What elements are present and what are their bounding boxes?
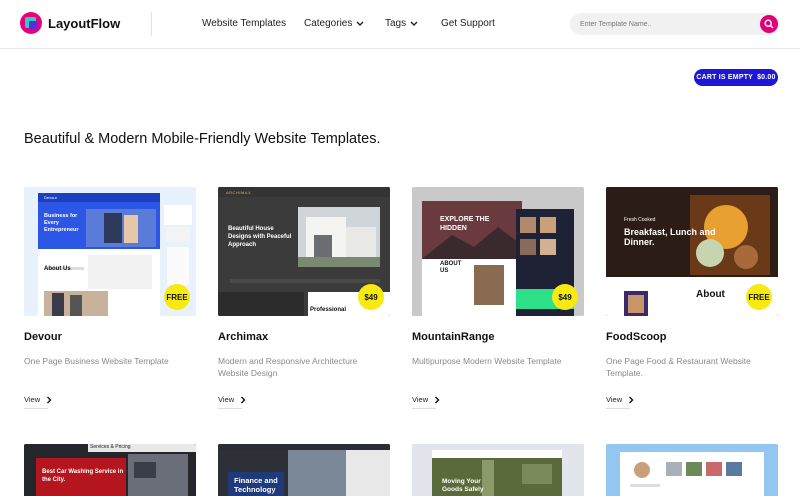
chevron-right-icon [629,396,634,403]
template-description: Multipurpose Modern Website Template [412,356,562,366]
template-preview-image[interactable]: EXPLORE THE HIDDEN ABOUT US $49 [412,187,584,316]
nav-website-templates[interactable]: Website Templates [202,18,286,29]
nav-categories[interactable]: Categories [304,18,364,29]
chevron-right-icon [435,396,440,403]
cart-amount: $0.00 [757,74,776,81]
chevron-right-icon [47,396,52,403]
view-link[interactable]: View [24,395,52,404]
view-underline [24,408,48,409]
view-label: View [412,395,429,404]
price-badge: $49 [552,284,578,310]
nav-tags[interactable]: Tags [385,18,418,29]
template-preview-image[interactable]: Devour Business for Every Entrepreneur A… [24,187,196,316]
nav-label: Website Templates [202,18,287,29]
template-name[interactable]: FoodScoop [606,331,667,343]
preview-headline: Beautiful House Designs with Peaceful Ap… [228,226,292,248]
preview-brand: ARCHIMAX [226,190,252,195]
view-link[interactable]: View [218,395,246,404]
nav-label: Tags [385,18,407,29]
moving-preview [412,444,584,496]
template-description: One Page Business Website Template [24,356,169,366]
template-preview-image[interactable]: Moving Your Goods Safely [412,444,584,496]
nav-label: Get Support [441,18,495,29]
preview-brand: Devour [44,195,57,200]
preview-headline: Business for Every Entrepreneur [44,213,79,233]
search-icon [764,19,774,29]
page-title: Beautiful & Modern Mobile-Friendly Websi… [24,131,381,147]
template-preview-image[interactable]: Fresh Cooked Breakfast, Lunch and Dinner… [606,187,778,316]
view-link[interactable]: View [412,395,440,404]
preview-headline: Breakfast, Lunch and Dinner. [624,227,716,247]
site-header: LayoutFlow Website Templates Categories … [0,0,800,49]
view-label: View [24,395,41,404]
preview-headline: Best Car Washing Service in the City. [42,469,124,483]
price-badge: FREE [746,284,772,310]
preview-kicker: Fresh Cooked [624,217,656,223]
preview-section: ABOUT US [440,261,462,274]
logo-icon [20,12,42,34]
view-underline [606,408,630,409]
template-name[interactable]: MountainRange [412,331,495,343]
search-input[interactable] [580,13,760,35]
template-preview-image[interactable]: Services & Pricing Best Car Washing Serv… [24,444,196,496]
view-underline [218,408,242,409]
template-name[interactable]: Archimax [218,331,268,343]
view-label: View [606,395,623,404]
search-button[interactable] [760,15,778,33]
preview-section: About [696,289,725,300]
search-bar [570,13,780,35]
template-name[interactable]: Devour [24,331,62,343]
template-description: One Page Food & Restaurant Website Templ… [606,356,751,378]
template-description: Modern and Responsive Architecture Websi… [218,356,358,378]
preview-section: Professional [310,307,347,313]
preview-headline: Finance and Technology [234,476,278,494]
preview-headline: EXPLORE THE HIDDEN [440,216,490,232]
nav-get-support[interactable]: Get Support [441,18,495,29]
brand-logo[interactable]: LayoutFlow [20,12,120,34]
portfolio-preview [606,444,778,496]
cart-label: CART IS EMPTY [696,74,754,81]
template-preview-image[interactable]: ARCHIMAX Beautiful House Designs with Pe… [218,187,390,316]
preview-top-text: Services & Pricing [90,444,131,450]
header-divider [151,12,152,36]
chevron-right-icon [241,396,246,403]
cart-button[interactable]: CART IS EMPTY $0.00 [694,69,778,86]
view-label: View [218,395,235,404]
brand-name: LayoutFlow [48,15,121,31]
nav-label: Categories [304,18,353,29]
template-preview-image[interactable]: Finance and Technology [218,444,390,496]
price-badge: FREE [164,284,190,310]
chevron-down-icon [356,21,364,26]
template-preview-image[interactable] [606,444,778,496]
preview-headline: Moving Your Goods Safely [442,478,484,493]
price-badge: $49 [358,284,384,310]
view-link[interactable]: View [606,395,634,404]
chevron-down-icon [410,21,418,26]
view-underline [412,408,436,409]
preview-section: About Us [44,266,71,272]
